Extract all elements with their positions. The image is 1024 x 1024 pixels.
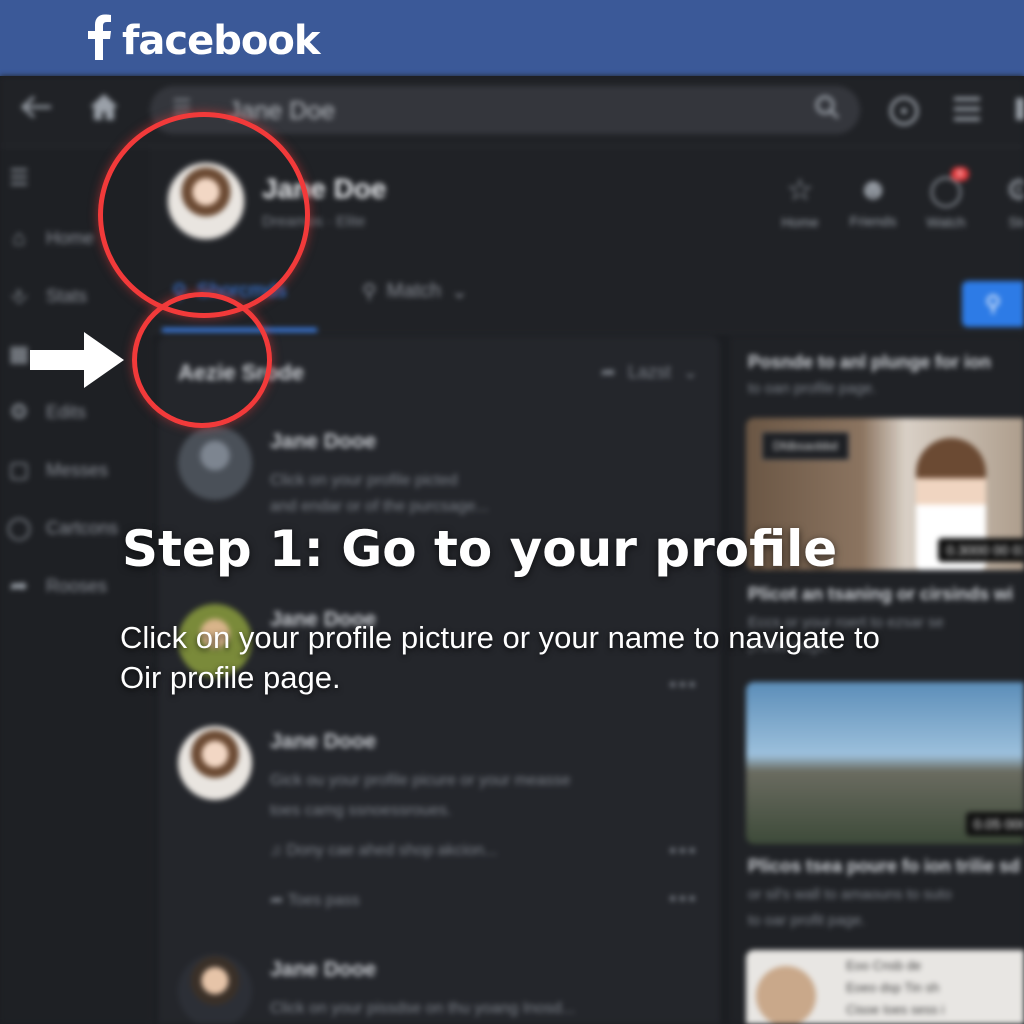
notification-badge: 6 [951, 167, 970, 181]
bulb-icon: ◯ [6, 515, 32, 540]
card-image [756, 966, 816, 1024]
avatar[interactable] [178, 726, 252, 800]
avatar[interactable] [178, 426, 252, 500]
search-input[interactable] [226, 94, 790, 128]
card-title[interactable]: Plicot an tsaning or cirsinds wi [748, 584, 1024, 605]
gear-icon: ⚙ [9, 399, 29, 424]
card-text: to oan profile page. [748, 380, 877, 397]
post-author[interactable]: Jane Dooe [270, 958, 376, 982]
help-icon[interactable] [888, 95, 920, 134]
post-author[interactable]: Jane Dooe [270, 730, 376, 754]
highlight-ring-name [132, 292, 272, 428]
header-tab-label: Friends [849, 213, 897, 229]
post-text: and endar or of the purcsage... [270, 498, 489, 515]
header-tab-label: Home [781, 214, 819, 230]
watch-icon: ◯ [929, 174, 963, 207]
step-description: Click on your profile picture or your na… [120, 620, 880, 695]
sidebar-item-cartcons[interactable]: ◯ Cartcons [6, 513, 118, 543]
search-icon[interactable] [814, 94, 840, 127]
header-tab-home[interactable]: ☆ Home [765, 173, 835, 230]
sidebar-item-label: Messes [46, 459, 109, 480]
sidebar-item-label: Cartcons [46, 517, 119, 538]
sidebar-item-rooses[interactable]: ➦ Rooses [6, 571, 107, 601]
header-tab-label: Sto [1008, 214, 1024, 230]
header-tab-label: Watch [926, 214, 966, 230]
post-action[interactable]: ➦ Toes pass [270, 890, 360, 910]
share-icon: ➦ [9, 573, 29, 598]
sidebar-item-grid[interactable]: ▦ [6, 339, 32, 369]
header-tab-store[interactable]: ⚙ Sto [984, 173, 1024, 230]
feed-sort[interactable]: ➦ Lazst ⌄ [601, 362, 698, 383]
sort-label: Lazst [627, 362, 671, 382]
card-title[interactable]: Posnde to anl plunge for ion [748, 352, 1024, 373]
post-action-label: Toes pass [287, 892, 360, 909]
brand-bar: facebook [0, 0, 1024, 76]
post-text: Click on your pissdse on thu yoang Inosd… [270, 1000, 576, 1017]
store-icon: ⚙ [1005, 174, 1024, 207]
more-icon[interactable] [1014, 96, 1024, 129]
search-icon: ⚲ [362, 281, 377, 303]
sidebar-item-menu[interactable]: ☰ [6, 163, 32, 193]
card-text: Eoo Cnsb de [846, 958, 922, 973]
sidebar-item-messes[interactable]: ▢ Messes [6, 455, 108, 485]
sidebar-item-edits[interactable]: ⚙ Edits [6, 397, 86, 427]
card-text: or sil's wall to amaouns to suto [748, 886, 952, 903]
video-duration: 0.3000 00 03 [938, 538, 1024, 562]
post-action[interactable]: ♫ Dony cae ahed shop akcion... [270, 842, 497, 860]
search-icon: ⚲ [984, 291, 1002, 316]
step-title: Step 1: Go to your profile [122, 520, 838, 578]
highlight-ring-avatar [98, 112, 310, 318]
post-text: Gick ou your profile picure or your meas… [270, 772, 571, 789]
sidebar-item-label: Stats [46, 285, 88, 306]
card-text: to oar profit page. [748, 912, 866, 929]
sidebar-item-home[interactable]: ⌂ Home [6, 223, 94, 253]
link-card[interactable]: Eoo Cnsb de Eoeo dsp Tin sh Cisoe Ioes s… [746, 950, 1024, 1024]
music-icon: ♫ [270, 842, 282, 859]
post-text: toes camg ssnoessroues. [270, 802, 452, 819]
header-tab-watch[interactable]: ◯ 6 Watch [911, 167, 981, 230]
more-options-icon[interactable]: ••• [669, 838, 698, 864]
post-action-label: Dony cae ahed shop akcion... [286, 842, 498, 859]
facebook-logo[interactable]: facebook [82, 12, 320, 64]
back-arrow-icon[interactable] [20, 94, 54, 127]
share-icon: ➦ [600, 362, 616, 382]
post-author[interactable]: Jane Dooe [270, 430, 376, 454]
card-text: Eoeo dsp Tin sh [846, 980, 940, 995]
grid-icon: ▦ [8, 341, 30, 366]
sidebar-item-label: Edits [46, 401, 87, 422]
hamburger-icon: ☰ [9, 165, 29, 190]
menu-icon[interactable] [952, 96, 982, 129]
star-icon: ☆ [786, 174, 814, 207]
square-icon: ▢ [8, 457, 30, 482]
right-arrow-icon [30, 332, 124, 388]
more-options-icon[interactable]: ••• [669, 886, 698, 912]
sidebar-item-stats[interactable]: ⎀ Stats [6, 281, 87, 311]
share-icon: ➦ [270, 892, 284, 909]
chevron-down-icon: ⌄ [451, 281, 468, 303]
card-title[interactable]: Plicos tsea poure fo ion trilie sd [748, 856, 1024, 877]
home-icon: ⌂ [12, 225, 26, 250]
search-button[interactable]: ⚲ [962, 281, 1024, 327]
thumbnail-tag: Dfdbsaobbd [762, 432, 849, 460]
facebook-f-icon [88, 14, 111, 60]
tab-match[interactable]: ⚲ Match ⌄ [362, 279, 468, 304]
sidebar-item-label: Rooses [46, 575, 108, 596]
friends-icon: ☻ [857, 173, 889, 206]
home-icon[interactable] [88, 92, 120, 129]
avatar[interactable] [178, 954, 252, 1024]
tab-label: Match [386, 280, 442, 302]
header-tab-friends[interactable]: ☻ Friends [838, 173, 908, 229]
sidebar-item-label: Home [46, 227, 95, 248]
video-duration: 0.05 000 [965, 812, 1024, 836]
chevron-down-icon: ⌄ [682, 362, 698, 382]
brand-name: facebook [122, 18, 320, 64]
post-text: Click on your profile picted [270, 472, 458, 489]
card-text: Cisoe Ioes sess i [846, 1002, 945, 1017]
stats-icon: ⎀ [10, 283, 28, 308]
landscape-thumbnail[interactable]: 0.05 000 [746, 682, 1024, 844]
